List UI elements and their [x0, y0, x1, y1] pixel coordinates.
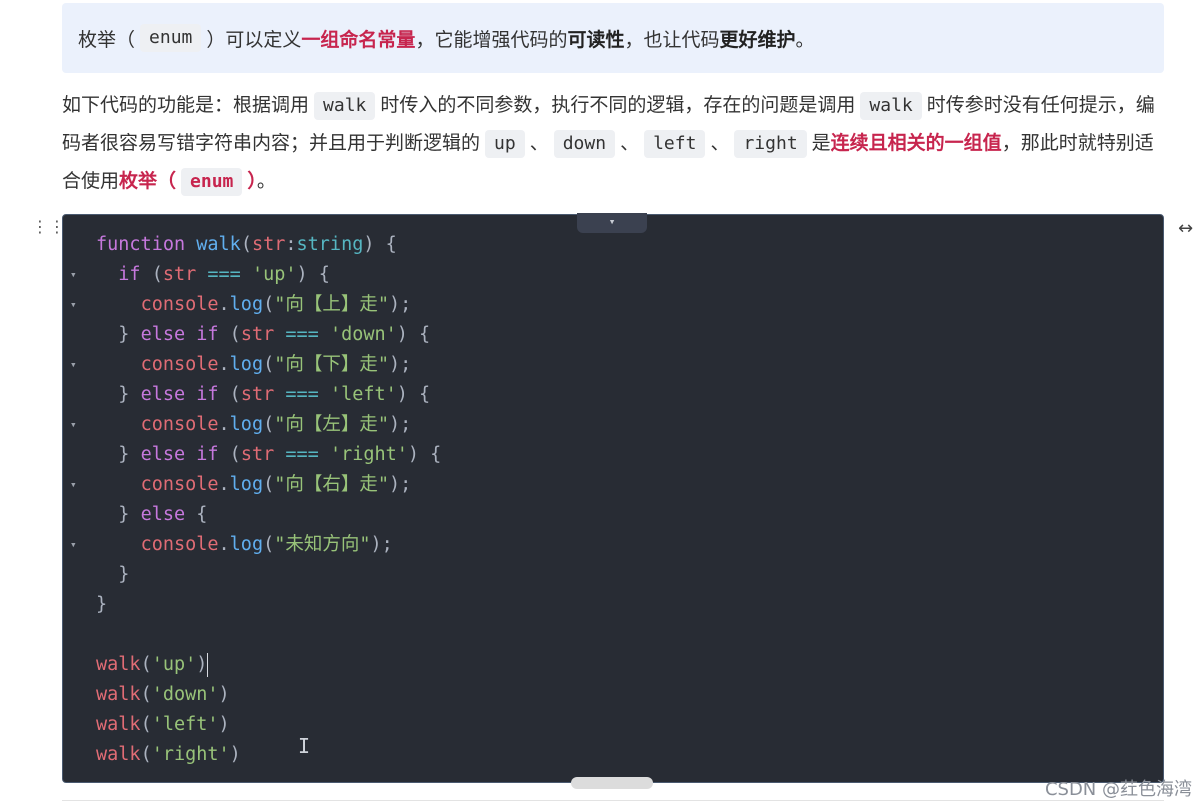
- expand-width-icon[interactable]: ↔: [1178, 218, 1193, 239]
- chevron-down-icon: ▾: [608, 215, 616, 228]
- code-line: walk('left'): [96, 714, 230, 735]
- code-line: walk('up'): [96, 653, 209, 677]
- info-callout: 枚举 （ enum ） 可以定义 一组命名常量 ，它能增强代码的 可读性 ，也让…: [62, 3, 1164, 73]
- drag-handle-icon[interactable]: ⋮⋮: [32, 219, 65, 244]
- inline-code: left: [644, 130, 706, 158]
- callout-highlight: 一组命名常量: [301, 28, 416, 51]
- horizontal-scrollbar[interactable]: [571, 777, 653, 789]
- code-line: ▾ } else if (str === 'right') {: [63, 440, 441, 491]
- ibeam-cursor-icon: I: [298, 734, 311, 758]
- code-line: console.log("向【右】走");: [140, 474, 412, 495]
- code-line: console.log("向【上】走");: [140, 294, 412, 315]
- callout-text: 枚举: [78, 28, 117, 51]
- paragraph-highlight: 连续且相关的一组值: [830, 132, 1002, 154]
- callout-bold: 更好维护: [719, 28, 796, 51]
- callout-bold: 可读性: [567, 28, 625, 51]
- code-line: ▾ } else if (str === 'down') {: [63, 320, 430, 371]
- callout-paren-open: （: [116, 28, 136, 51]
- code-block[interactable]: ▾ ▾ function walk(str:string) { ▾ if (st…: [62, 213, 1164, 789]
- code-line: walk('right'): [96, 744, 241, 765]
- code-line: ▾ function walk(str:string) {: [63, 230, 397, 281]
- paragraph-highlight: ）: [247, 170, 257, 192]
- inline-code: walk: [314, 92, 376, 120]
- code-line: ▾ if (str === 'up') {: [63, 260, 330, 311]
- code-line: console.log("未知方向");: [140, 534, 393, 555]
- inline-code: right: [734, 130, 807, 158]
- inline-code-enum: enum: [140, 24, 202, 52]
- callout-text: 可以定义: [225, 28, 302, 51]
- watermark: CSDN @荭色海湾: [1044, 779, 1192, 800]
- callout-paren-close: ）: [206, 28, 226, 51]
- callout-text: ，也让代码: [624, 28, 720, 51]
- divider: [62, 800, 1164, 801]
- callout-text: 。: [795, 28, 815, 51]
- code-line: }: [96, 594, 108, 615]
- collapse-toggle[interactable]: ▾: [577, 213, 647, 233]
- paragraph-highlight: 枚举（: [119, 170, 177, 192]
- code-line: console.log("向【左】走");: [140, 414, 412, 435]
- code-line: ▾ } else {: [63, 500, 207, 551]
- callout-text: ，它能增强代码的: [415, 28, 568, 51]
- description-paragraph: 如下代码的功能是：根据调用 walk 时传入的不同参数，执行不同的逻辑，存在的问题是…: [62, 86, 1162, 200]
- code-line: ▾ } else if (str === 'left') {: [63, 380, 430, 431]
- code-line: }: [118, 564, 130, 585]
- inline-code: walk: [860, 92, 922, 120]
- text-cursor: [207, 653, 209, 677]
- inline-code: enum: [181, 168, 243, 196]
- code-line: console.log("向【下】走");: [140, 354, 412, 375]
- inline-code: up: [485, 130, 525, 158]
- code-line: walk('down'): [96, 684, 230, 705]
- inline-code: down: [553, 130, 616, 158]
